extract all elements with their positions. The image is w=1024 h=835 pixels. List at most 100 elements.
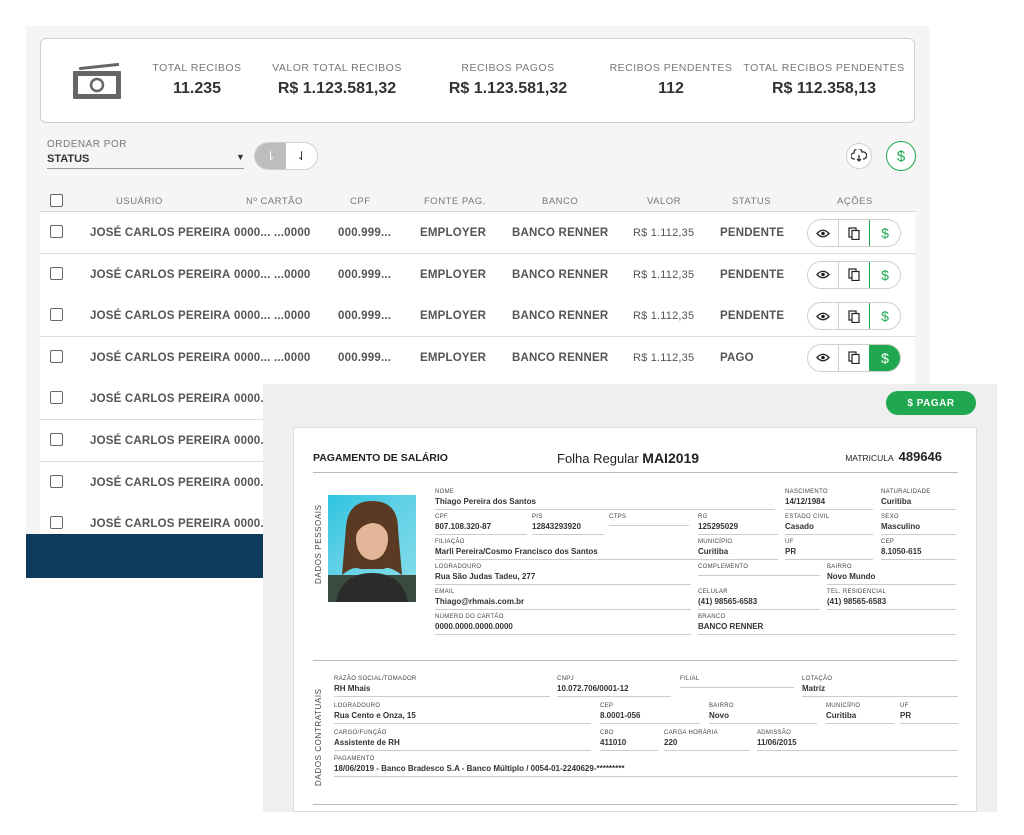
- field-underline: [334, 696, 550, 697]
- field-value: Masculino: [881, 522, 921, 531]
- field-underline: [698, 559, 778, 560]
- field-filial: FILIAL: [680, 676, 794, 688]
- row-checkbox[interactable]: [50, 391, 63, 405]
- field-value: Marli Pereira/Cosmo Francisco dos Santos: [435, 547, 598, 556]
- col-acoes: AÇÕES: [837, 196, 873, 207]
- cell-status: PENDENTE: [720, 310, 785, 323]
- field-label: CEP: [881, 539, 895, 545]
- view-button[interactable]: [808, 220, 838, 246]
- cell-value: R$ 1.112,35: [633, 227, 695, 239]
- row-checkbox[interactable]: [50, 266, 63, 280]
- cell-status: PENDENTE: [720, 227, 785, 239]
- field-municipio: MUNICÍPIO Curitiba: [826, 703, 894, 724]
- field-celular: CELULAR (41) 98565-6583: [698, 589, 820, 610]
- field-bairro: BAIRRO Novo Mundo: [827, 564, 956, 585]
- field-logradouro: LOGRADOURO Rua São Judas Tadeu, 277: [435, 564, 691, 585]
- field-underline: [785, 559, 873, 560]
- row-checkbox[interactable]: [50, 225, 63, 238]
- view-button[interactable]: [808, 303, 838, 329]
- row-actions: $: [807, 343, 901, 372]
- table-row[interactable]: JOSÉ CARLOS PEREIRA 0000... ...0000 000.99…: [40, 212, 915, 254]
- cell-source: EMPLOYER: [420, 310, 487, 323]
- sort-order-toggle[interactable]: ⇂ ⇃: [254, 142, 318, 170]
- stat-total-pendentes: TOTAL RECIBOS PENDENTES R$ 112.358,13: [743, 62, 905, 98]
- pay-row-button[interactable]: $: [869, 261, 900, 288]
- field-value: 12843293920: [532, 522, 581, 531]
- screen: TOTAL RECIBOS 11.235 VALOR TOTAL RECIBOS…: [0, 0, 1024, 835]
- eye-icon: [816, 312, 830, 321]
- field-underline: [826, 723, 894, 724]
- pay-row-button[interactable]: $: [869, 220, 900, 246]
- field-value: PR: [900, 711, 912, 720]
- download-button[interactable]: [846, 143, 872, 169]
- cell-value: R$ 1.112,35: [633, 268, 695, 281]
- table-row[interactable]: JOSÉ CARLOS PEREIRA 0000... ...0000 000.99…: [40, 295, 915, 338]
- stat-value: 112: [658, 80, 684, 97]
- matricula-value: 489646: [898, 449, 942, 464]
- field-underline: [881, 509, 956, 510]
- field-underline: [881, 559, 956, 560]
- col-usuario: USUÁRIO: [116, 196, 163, 207]
- copy-button[interactable]: [838, 220, 869, 246]
- pay-row-button[interactable]: $: [869, 303, 900, 330]
- field-tel: TEL. RESIDENCIAL (41) 98565-6583: [827, 589, 956, 610]
- copy-button[interactable]: [838, 344, 869, 371]
- field-cep: CEP 8.1050-615: [881, 539, 956, 560]
- table-header: USUÁRIO Nº CARTÃO CPF FONTE PAG. BANCO V…: [40, 190, 915, 212]
- caret-down-icon[interactable]: ▼: [236, 152, 245, 162]
- copy-button[interactable]: [838, 261, 869, 288]
- pay-all-button[interactable]: $: [886, 141, 916, 171]
- sort-ascending-icon[interactable]: ⇃: [286, 143, 317, 169]
- dollar-icon: $: [881, 225, 889, 241]
- field-value: Novo Mundo: [827, 572, 876, 581]
- view-button[interactable]: [808, 262, 838, 288]
- row-checkbox[interactable]: [50, 433, 63, 446]
- field-value: (41) 98565-6583: [698, 597, 758, 606]
- dollar-icon: $: [881, 266, 889, 283]
- select-all-checkbox[interactable]: [50, 194, 63, 207]
- field-underline: [698, 534, 778, 535]
- field-label: RAZÃO SOCIAL/TOMADOR: [334, 676, 417, 682]
- eye-icon: [816, 229, 830, 237]
- row-checkbox[interactable]: [50, 474, 63, 488]
- field-label: CARGA HORÁRIA: [664, 730, 718, 736]
- field-label: BRANCO: [698, 614, 726, 620]
- col-valor: VALOR: [647, 196, 682, 207]
- field-value: Rua Cento e Onza, 15: [334, 711, 416, 720]
- copy-icon: [848, 268, 860, 282]
- folha-prefix: Folha Regular: [557, 451, 639, 466]
- field-value: RH Mhais: [334, 684, 371, 693]
- stat-label: RECIBOS PENDENTES: [609, 62, 733, 74]
- row-checkbox[interactable]: [50, 516, 63, 530]
- field-underline: [334, 776, 958, 777]
- field-value: 8.0001-056: [600, 711, 641, 720]
- field-label: COMPLEMENTO: [698, 564, 749, 570]
- sort-select[interactable]: STATUS: [47, 153, 89, 165]
- sort-descending-icon[interactable]: ⇂: [255, 143, 286, 169]
- field-label: NÚMERO DO CARTÃO: [435, 614, 504, 620]
- stat-value: R$ 1.123.581,32: [277, 80, 397, 97]
- table-row[interactable]: JOSÉ CARLOS PEREIRA 0000... ...0000 000.99…: [40, 336, 915, 379]
- col-fonte: FONTE PAG.: [424, 196, 486, 207]
- pay-button[interactable]: $ PAGAR: [886, 391, 976, 415]
- view-button[interactable]: [808, 345, 838, 371]
- col-cpf: CPF: [350, 196, 371, 207]
- row-checkbox[interactable]: [50, 349, 63, 363]
- dollar-icon: $: [881, 308, 889, 325]
- row-checkbox[interactable]: [50, 308, 63, 322]
- field-nome: NOME Thiago Pereira dos Santos: [435, 489, 775, 510]
- field-banco: BRANCO BANCO RENNER: [698, 614, 956, 635]
- cell-source: EMPLOYER: [420, 268, 487, 281]
- cell-card: 0000... ...0000: [234, 310, 311, 323]
- cell-cpf: 000.999...: [338, 227, 392, 239]
- copy-button[interactable]: [838, 303, 869, 330]
- field-underline: [709, 723, 817, 724]
- field-value: Matriz: [802, 684, 826, 693]
- field-underline: [334, 750, 591, 751]
- field-underline: [435, 584, 691, 585]
- pay-row-button[interactable]: $: [869, 344, 900, 371]
- field-cbo: CBO 411010: [600, 730, 658, 751]
- field-lotacao: LOTAÇÃO Matriz: [802, 676, 958, 697]
- cell-bank: BANCO RENNER: [512, 227, 609, 239]
- table-row[interactable]: JOSÉ CARLOS PEREIRA 0000... ...0000 000.99…: [40, 253, 915, 296]
